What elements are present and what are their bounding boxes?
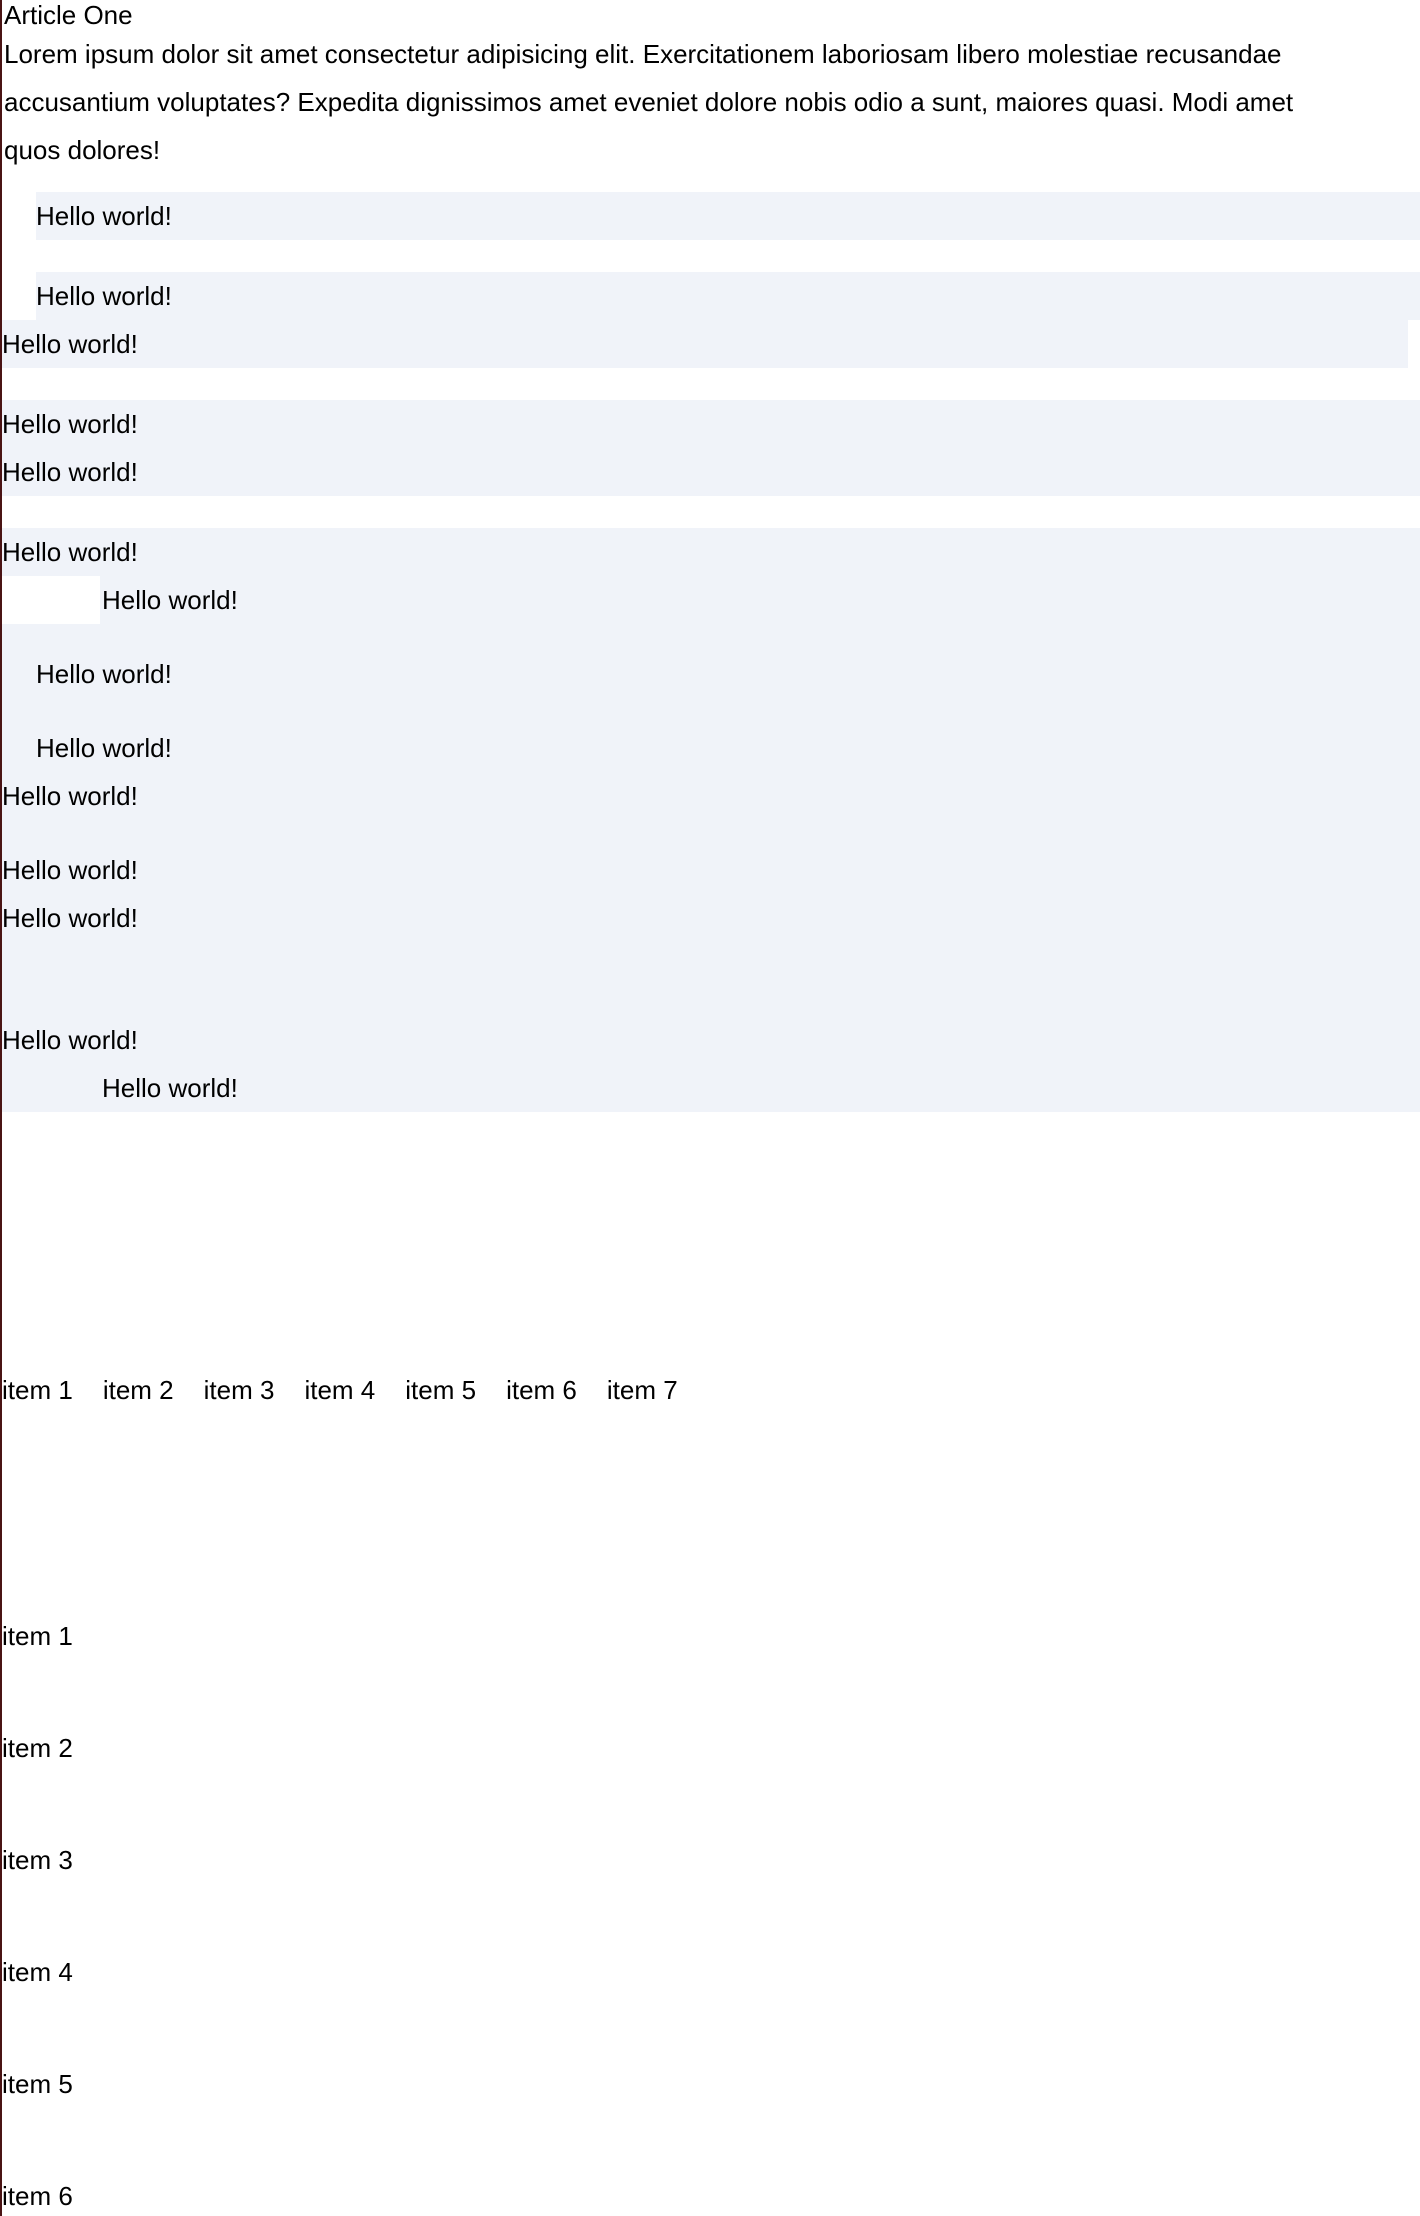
list-item[interactable]: item 6 <box>506 1372 577 1408</box>
hello-world-line: Hello world! <box>36 733 172 763</box>
hello-group-2: Hello world! Hello world! <box>2 272 1420 368</box>
list-item[interactable]: item 5 <box>405 1372 476 1408</box>
slab-spacer <box>2 820 1420 846</box>
hello-world-line: Hello world! <box>2 320 1408 368</box>
gap <box>2 240 1420 272</box>
list-item[interactable]: item 6 <box>2 2178 1420 2214</box>
list-item[interactable]: item 3 <box>204 1372 275 1408</box>
list-item[interactable]: item 1 <box>2 1618 1420 1654</box>
hello-world-line: Hello world! <box>2 400 1420 448</box>
left-edge-rule <box>0 0 2 2216</box>
slab-spacer <box>2 624 1420 650</box>
list-item[interactable]: item 4 <box>304 1372 375 1408</box>
article-one: Article One Lorem ipsum dolor sit amet c… <box>2 0 1420 174</box>
list-item[interactable]: item 3 <box>2 1842 1420 1878</box>
hello-world-zone: Hello world! Hello world! Hello world! H… <box>2 192 1420 1112</box>
horizontal-item-list: item 1 item 2 item 3 item 4 item 5 item … <box>2 1372 1420 1408</box>
article-title: Article One <box>4 0 133 30</box>
gap <box>2 496 1420 528</box>
article-paragraph: Lorem ipsum dolor sit amet consectetur a… <box>4 39 1294 165</box>
slab-spacer <box>2 698 1420 724</box>
list-item[interactable]: item 2 <box>103 1372 174 1408</box>
hello-group-4: Hello world! Hello world! Hello world! H… <box>2 528 1420 1112</box>
hello-world-line: Hello world! <box>36 659 172 689</box>
hello-world-line: Hello world! <box>2 781 138 811</box>
hello-world-line: Hello world! <box>2 448 1420 496</box>
list-item[interactable]: item 4 <box>2 1954 1420 1990</box>
list-item[interactable]: item 7 <box>607 1372 678 1408</box>
list-item[interactable]: item 2 <box>2 1730 1420 1766</box>
hello-world-line: Hello world! <box>2 903 138 933</box>
hello-group-3: Hello world! Hello world! <box>2 400 1420 496</box>
hello-group-1: Hello world! <box>2 192 1420 240</box>
hello-world-line: Hello world! <box>36 192 1420 240</box>
page-root: Article One Lorem ipsum dolor sit amet c… <box>0 0 1420 2214</box>
list-item[interactable]: item 1 <box>2 1372 73 1408</box>
hello-world-line-deep: Hello world! <box>2 576 1420 624</box>
hello-world-line: Hello world! <box>2 537 138 567</box>
vertical-item-list: item 1 item 2 item 3 item 4 item 5 item … <box>2 1618 1420 2214</box>
list-item[interactable]: item 5 <box>2 2066 1420 2102</box>
hello-world-line: Hello world! <box>102 1073 238 1103</box>
hello-world-line: Hello world! <box>36 272 1420 320</box>
hello-world-line: Hello world! <box>2 855 138 885</box>
gap <box>2 368 1420 400</box>
hello-world-line: Hello world! <box>2 1025 138 1055</box>
slab-spacer <box>2 942 1420 1016</box>
hello-world-line: Hello world! <box>102 585 238 615</box>
